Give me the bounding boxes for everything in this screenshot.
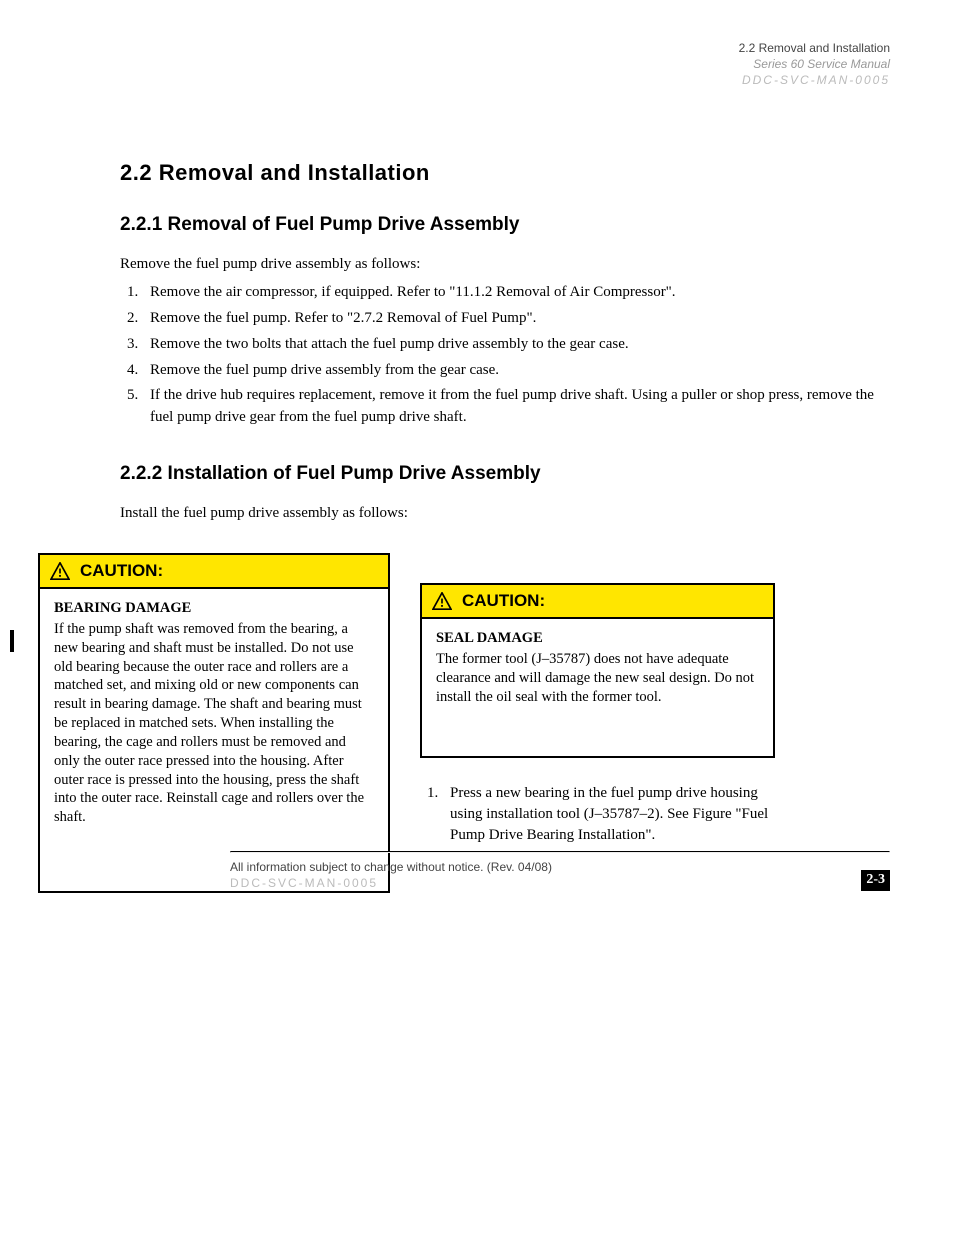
list-item: Remove the air compressor, if equipped. … (142, 282, 890, 304)
install-step-wrap: Press a new bearing in the fuel pump dri… (420, 783, 780, 846)
caution-body: BEARING DAMAGE If the pump shaft was rem… (40, 589, 388, 841)
caution-title: BEARING DAMAGE (54, 599, 374, 618)
caution-text: If the pump shaft was removed from the b… (54, 620, 374, 827)
caution-header: CAUTION: (422, 585, 773, 619)
header-manual-title: Series 60 Service Manual (120, 56, 890, 72)
page-title: 2.2 Removal and Installation (120, 160, 890, 186)
caution-text: The former tool (J–35787) does not have … (436, 650, 759, 707)
warning-triangle-icon (432, 592, 452, 610)
page-number: 2-3 (861, 870, 890, 891)
install-steps-list: Press a new bearing in the fuel pump dri… (442, 783, 780, 846)
caution-label: CAUTION: (462, 591, 545, 611)
caution-label: CAUTION: (80, 561, 163, 581)
list-item: If the drive hub requires replacement, r… (142, 385, 890, 429)
warning-triangle-icon (50, 562, 70, 580)
footer-doc-code: DDC-SVC-MAN-0005 (230, 875, 552, 891)
section-intro-install: Install the fuel pump drive assembly as … (120, 503, 890, 523)
list-item: Press a new bearing in the fuel pump dri… (442, 783, 780, 846)
caution-box-bearing: CAUTION: BEARING DAMAGE If the pump shaf… (38, 553, 390, 893)
footer-copyright: All information subject to change withou… (230, 859, 552, 875)
section-heading-removal: 2.2.1 Removal of Fuel Pump Drive Assembl… (120, 214, 890, 236)
section-intro-removal: Remove the fuel pump drive assembly as f… (120, 254, 890, 274)
caution-header: CAUTION: (40, 555, 388, 589)
page-content: 2.2 Removal and Installation Series 60 S… (120, 40, 890, 913)
header-doc-code: DDC-SVC-MAN-0005 (120, 72, 890, 88)
running-header: 2.2 Removal and Installation Series 60 S… (120, 40, 890, 120)
header-section: 2.2 Removal and Installation (120, 40, 890, 56)
caution-body: SEAL DAMAGE The former tool (J–35787) do… (422, 619, 773, 720)
list-item: Remove the fuel pump. Refer to "2.7.2 Re… (142, 308, 890, 330)
caution-box-seal: CAUTION: SEAL DAMAGE The former tool (J–… (420, 583, 775, 758)
removal-steps-list: Remove the air compressor, if equipped. … (142, 282, 890, 429)
caution-title: SEAL DAMAGE (436, 629, 759, 648)
footer-rule (230, 851, 890, 853)
revision-bar (10, 630, 14, 652)
list-item: Remove the fuel pump drive assembly from… (142, 360, 890, 382)
list-item: Remove the two bolts that attach the fue… (142, 334, 890, 356)
section-heading-install: 2.2.2 Installation of Fuel Pump Drive As… (120, 463, 890, 485)
